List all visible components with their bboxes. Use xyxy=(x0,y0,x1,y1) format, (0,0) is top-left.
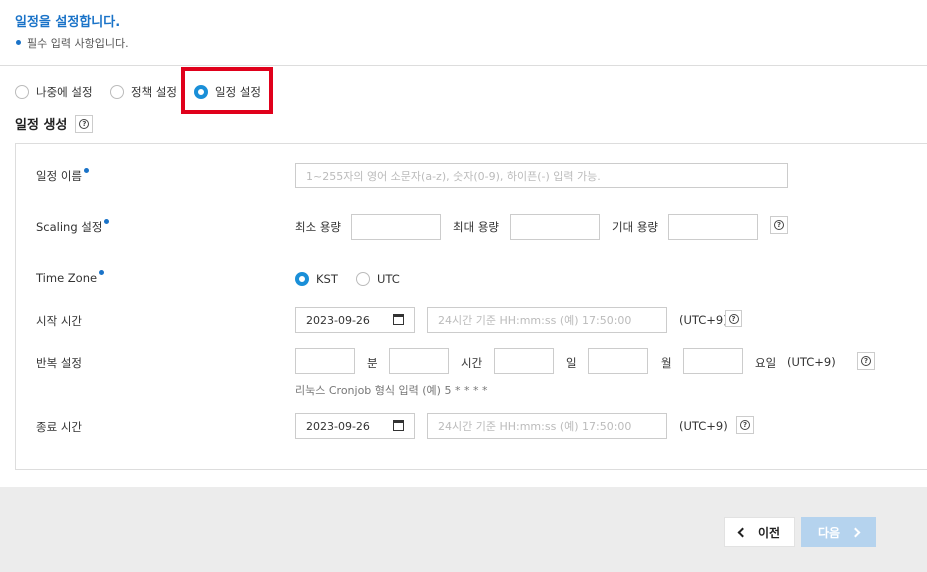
timezone-label: Time Zone xyxy=(36,270,105,285)
start-tz-suffix: (UTC+9) xyxy=(679,313,728,327)
desired-capacity-label: 기대 용량 xyxy=(612,220,658,234)
highlight-box xyxy=(181,67,273,114)
divider xyxy=(0,65,927,66)
max-capacity-input[interactable] xyxy=(510,214,600,240)
required-dot-icon xyxy=(99,270,105,275)
repeat-minute-input[interactable] xyxy=(295,348,355,374)
end-time-label: 종료 시간 xyxy=(36,420,82,434)
repeat-label: 반복 설정 xyxy=(36,356,82,370)
desired-capacity-input[interactable] xyxy=(668,214,758,240)
name-label: 일정 이름 xyxy=(36,168,89,184)
calendar-icon[interactable] xyxy=(393,314,404,325)
required-dot-icon xyxy=(104,219,110,224)
radio-icon xyxy=(15,85,29,99)
page-title: 일정을 설정합니다. xyxy=(15,15,121,30)
hour-label: 시간 xyxy=(461,356,483,370)
min-capacity-label: 최소 용량 xyxy=(295,220,341,234)
chevron-right-icon xyxy=(850,527,861,537)
next-button[interactable]: 다음 xyxy=(801,517,876,547)
month-label: 월 xyxy=(661,356,672,370)
repeat-weekday-input[interactable] xyxy=(683,348,743,374)
minute-label: 분 xyxy=(367,356,378,370)
help-icon[interactable]: ? xyxy=(75,114,94,133)
start-help-icon[interactable]: ? xyxy=(725,310,742,327)
start-date-input[interactable]: 2023-09-26 xyxy=(295,307,415,333)
radio-icon xyxy=(356,272,370,286)
radio-policy[interactable]: 정책 설정 xyxy=(110,82,177,102)
scaling-help-icon[interactable]: ? xyxy=(770,216,788,234)
end-tz-suffix: (UTC+9) xyxy=(679,419,728,433)
repeat-month-input[interactable] xyxy=(588,348,648,374)
required-dot-icon xyxy=(83,168,89,173)
min-capacity-input[interactable] xyxy=(351,214,441,240)
radio-selected-icon xyxy=(295,272,309,286)
radio-icon xyxy=(110,85,124,99)
end-help-icon[interactable]: ? xyxy=(736,416,754,434)
end-date-input[interactable]: 2023-09-26 xyxy=(295,413,415,439)
name-input[interactable]: 1~255자의 영어 소문자(a-z), 숫자(0-9), 하이픈(-) 입력 … xyxy=(295,163,788,188)
end-time-input[interactable]: 24시간 기준 HH:mm:ss (예) 17:50:00 xyxy=(427,413,667,439)
repeat-hour-input[interactable] xyxy=(389,348,449,374)
radio-later[interactable]: 나중에 설정 xyxy=(15,82,93,102)
chevron-left-icon xyxy=(737,527,748,537)
radio-kst[interactable]: KST xyxy=(295,269,338,289)
repeat-day-input[interactable] xyxy=(494,348,554,374)
max-capacity-label: 최대 용량 xyxy=(453,220,499,234)
scaling-label: Scaling 설정 xyxy=(36,219,110,235)
radio-utc[interactable]: UTC xyxy=(356,269,400,289)
prev-button[interactable]: 이전 xyxy=(724,517,795,547)
calendar-icon[interactable] xyxy=(393,420,404,431)
weekday-label: 요일 xyxy=(755,356,777,370)
required-note: 필수 입력 사항입니다. xyxy=(16,35,129,51)
day-label: 일 xyxy=(566,356,577,370)
start-time-label: 시작 시간 xyxy=(36,314,82,328)
repeat-help-icon[interactable]: ? xyxy=(857,352,875,370)
section-title: 일정 생성? xyxy=(15,114,94,133)
repeat-tz-suffix: (UTC+9) xyxy=(787,355,836,369)
start-time-input[interactable]: 24시간 기준 HH:mm:ss (예) 17:50:00 xyxy=(427,307,667,333)
required-dot-icon xyxy=(16,39,21,45)
cron-hint: 리눅스 Cronjob 형식 입력 (예) 5 * * * * xyxy=(295,384,488,397)
